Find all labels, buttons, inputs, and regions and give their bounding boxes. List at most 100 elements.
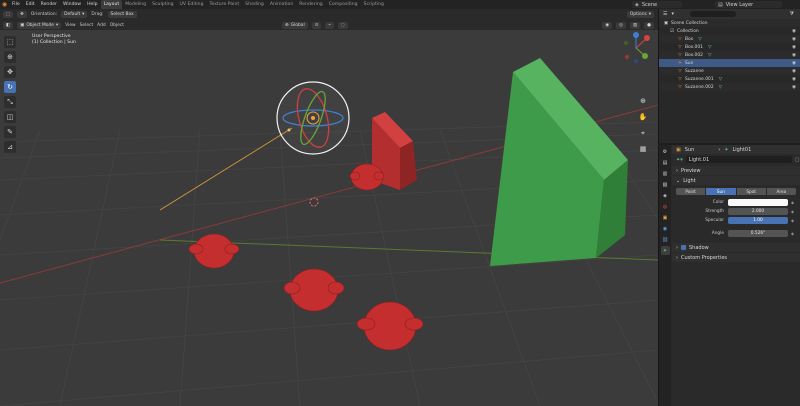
outliner-item-box-001[interactable]: ▽ Box.001 ▽ ◉: [659, 43, 800, 51]
eye-icon[interactable]: ◉: [792, 69, 796, 74]
outliner-item-box-002[interactable]: ▽ Box.002 ▽ ◉: [659, 51, 800, 59]
workspace-tab-texture-paint[interactable]: Texture Paint: [207, 0, 243, 9]
view-layer-selector[interactable]: ▤ View Layer: [715, 1, 782, 8]
sun-rotate-gizmo[interactable]: [276, 81, 350, 155]
overlays-button[interactable]: ◎: [616, 21, 626, 29]
workspace-tab-layout[interactable]: Layout: [100, 0, 123, 9]
outliner-item-suzanne-001[interactable]: ▽ Suzanne.001 ▽ ◉: [659, 75, 800, 83]
shading-solid-button[interactable]: ●: [644, 21, 654, 29]
scene-selector[interactable]: ◈ Scene: [632, 1, 682, 8]
eye-icon[interactable]: ◉: [792, 77, 796, 82]
3d-viewport[interactable]: User Perspective (1) Collection | Sun ⬚ …: [0, 30, 658, 406]
eye-icon[interactable]: ◉: [792, 37, 796, 42]
outliner-item-suzanne-002[interactable]: ▽ Suzanne.002 ▽ ◉: [659, 83, 800, 91]
render-tab[interactable]: ▤: [661, 158, 670, 167]
menu-help[interactable]: Help: [84, 2, 100, 7]
menu-window[interactable]: Window: [60, 2, 84, 7]
shadow-checkbox[interactable]: [681, 245, 686, 250]
view-layer-tab[interactable]: ▧: [661, 180, 670, 189]
workspace-tab-scripting[interactable]: Scripting: [361, 0, 387, 9]
scale-tool[interactable]: ⤡: [4, 96, 16, 108]
transform-mode-button[interactable]: ✥: [17, 11, 27, 18]
blender-logo-icon[interactable]: ◉: [0, 0, 9, 9]
fake-user-icon[interactable]: ▢: [795, 157, 800, 163]
workspace-tab-compositing[interactable]: Compositing: [326, 0, 361, 9]
outliner-item-box[interactable]: ▽ Box ▽ ◉: [659, 35, 800, 43]
eye-icon[interactable]: ◉: [792, 85, 796, 90]
proportional-edit-button[interactable]: ◌: [338, 21, 348, 29]
measure-tool[interactable]: ⊿: [4, 141, 16, 153]
visibility-button[interactable]: ◉: [602, 21, 613, 29]
light-datablock-name[interactable]: Light.01: [685, 156, 792, 163]
outliner-item-suzanne[interactable]: ▽ Suzanne ◉: [659, 67, 800, 75]
light-panel-header[interactable]: ⌄ Light: [672, 176, 800, 185]
color-swatch[interactable]: [728, 199, 788, 206]
outliner-item-sun[interactable]: ☀ Sun ◉: [659, 59, 800, 67]
pan-button[interactable]: ✋: [637, 111, 649, 123]
output-tab[interactable]: ▥: [661, 169, 670, 178]
light-datablock-icon[interactable]: ✦▾: [676, 157, 683, 163]
menu-select[interactable]: Select: [80, 23, 94, 28]
keyframe-dot-icon[interactable]: ◆: [791, 209, 794, 214]
cursor-tool[interactable]: ⊕: [4, 51, 16, 63]
shadow-panel-header[interactable]: › Shadow: [672, 243, 800, 252]
light-type-sun[interactable]: Sun: [706, 188, 737, 195]
preview-panel-header[interactable]: › Preview: [672, 166, 800, 175]
angle-field[interactable]: 0.526°: [728, 230, 788, 237]
workspace-tab-animation[interactable]: Animation: [267, 0, 296, 9]
camera-view-button[interactable]: ⌖: [637, 127, 649, 139]
constraints-tab[interactable]: ⛓: [661, 235, 670, 244]
orientation-dropdown[interactable]: Default ▾: [61, 11, 88, 18]
select-box-tool[interactable]: ⬚: [4, 36, 16, 48]
menu-view[interactable]: View: [65, 23, 75, 28]
light-data-tab[interactable]: ✦: [660, 246, 670, 255]
menu-object[interactable]: Object: [110, 23, 124, 28]
annotate-tool[interactable]: ✎: [4, 126, 16, 138]
custom-properties-panel-header[interactable]: › Custom Properties: [672, 253, 800, 262]
light-type-spot[interactable]: Spot: [736, 188, 767, 195]
rotate-tool[interactable]: ↻: [4, 81, 16, 93]
world-tab[interactable]: ◍: [661, 202, 670, 211]
3d-cursor[interactable]: [309, 197, 319, 207]
eye-icon[interactable]: ◉: [792, 53, 796, 58]
eye-icon[interactable]: ◉: [792, 61, 796, 66]
editor-type-button[interactable]: ◧: [3, 21, 14, 29]
menu-file[interactable]: File: [9, 2, 23, 7]
pivot-button[interactable]: ⊙: [311, 21, 322, 29]
light-type-point[interactable]: Point: [676, 188, 707, 195]
navigation-gizmo[interactable]: [623, 32, 650, 64]
object-tab[interactable]: ▣: [661, 213, 670, 222]
zoom-button[interactable]: ⊕: [637, 95, 649, 107]
tool-tab[interactable]: ⚙: [661, 147, 670, 156]
options-dropdown[interactable]: Options ▾: [626, 11, 654, 18]
keyframe-dot-icon[interactable]: ◆: [791, 200, 794, 205]
menu-add[interactable]: Add: [97, 23, 106, 28]
mode-dropdown[interactable]: ▣ Object Mode ▾: [17, 21, 62, 29]
select-tool-button[interactable]: ⬚: [3, 11, 14, 18]
move-tool[interactable]: ✥: [4, 66, 16, 78]
workspace-tab-sculpting[interactable]: Sculpting: [149, 0, 176, 9]
physics-tab[interactable]: ◉: [661, 224, 670, 233]
drag-dropdown[interactable]: Select Box: [107, 11, 137, 18]
specular-slider[interactable]: 1.00: [728, 217, 788, 224]
workspace-tab-modeling[interactable]: Modeling: [122, 0, 149, 9]
filter-icon[interactable]: ⧩: [790, 11, 794, 17]
menu-edit[interactable]: Edit: [23, 2, 38, 7]
light-type-area[interactable]: Area: [766, 188, 796, 195]
green-wedge-mesh[interactable]: [490, 58, 628, 266]
eye-icon[interactable]: ◉: [792, 45, 796, 50]
outliner-search-input[interactable]: [690, 11, 736, 17]
eye-icon[interactable]: ◉: [792, 29, 796, 34]
transform-orientation-dropdown[interactable]: ⊕ Global: [282, 21, 308, 29]
strength-field[interactable]: 2.000: [728, 208, 788, 215]
outliner-scene-collection[interactable]: ▣ Scene Collection: [659, 19, 800, 27]
filter-display-icon[interactable]: ▾: [671, 11, 674, 17]
workspace-tab-uv-editing[interactable]: UV Editing: [177, 0, 207, 9]
scene-tab[interactable]: ◈: [661, 191, 670, 200]
snap-button[interactable]: ⌁: [325, 21, 335, 29]
workspace-tab-rendering[interactable]: Rendering: [296, 0, 325, 9]
workspace-tab-shading[interactable]: Shading: [242, 0, 267, 9]
keyframe-dot-icon[interactable]: ◆: [791, 231, 794, 236]
outliner-editor-icon[interactable]: ☰: [663, 11, 667, 17]
perspective-toggle-button[interactable]: ▦: [637, 143, 649, 155]
